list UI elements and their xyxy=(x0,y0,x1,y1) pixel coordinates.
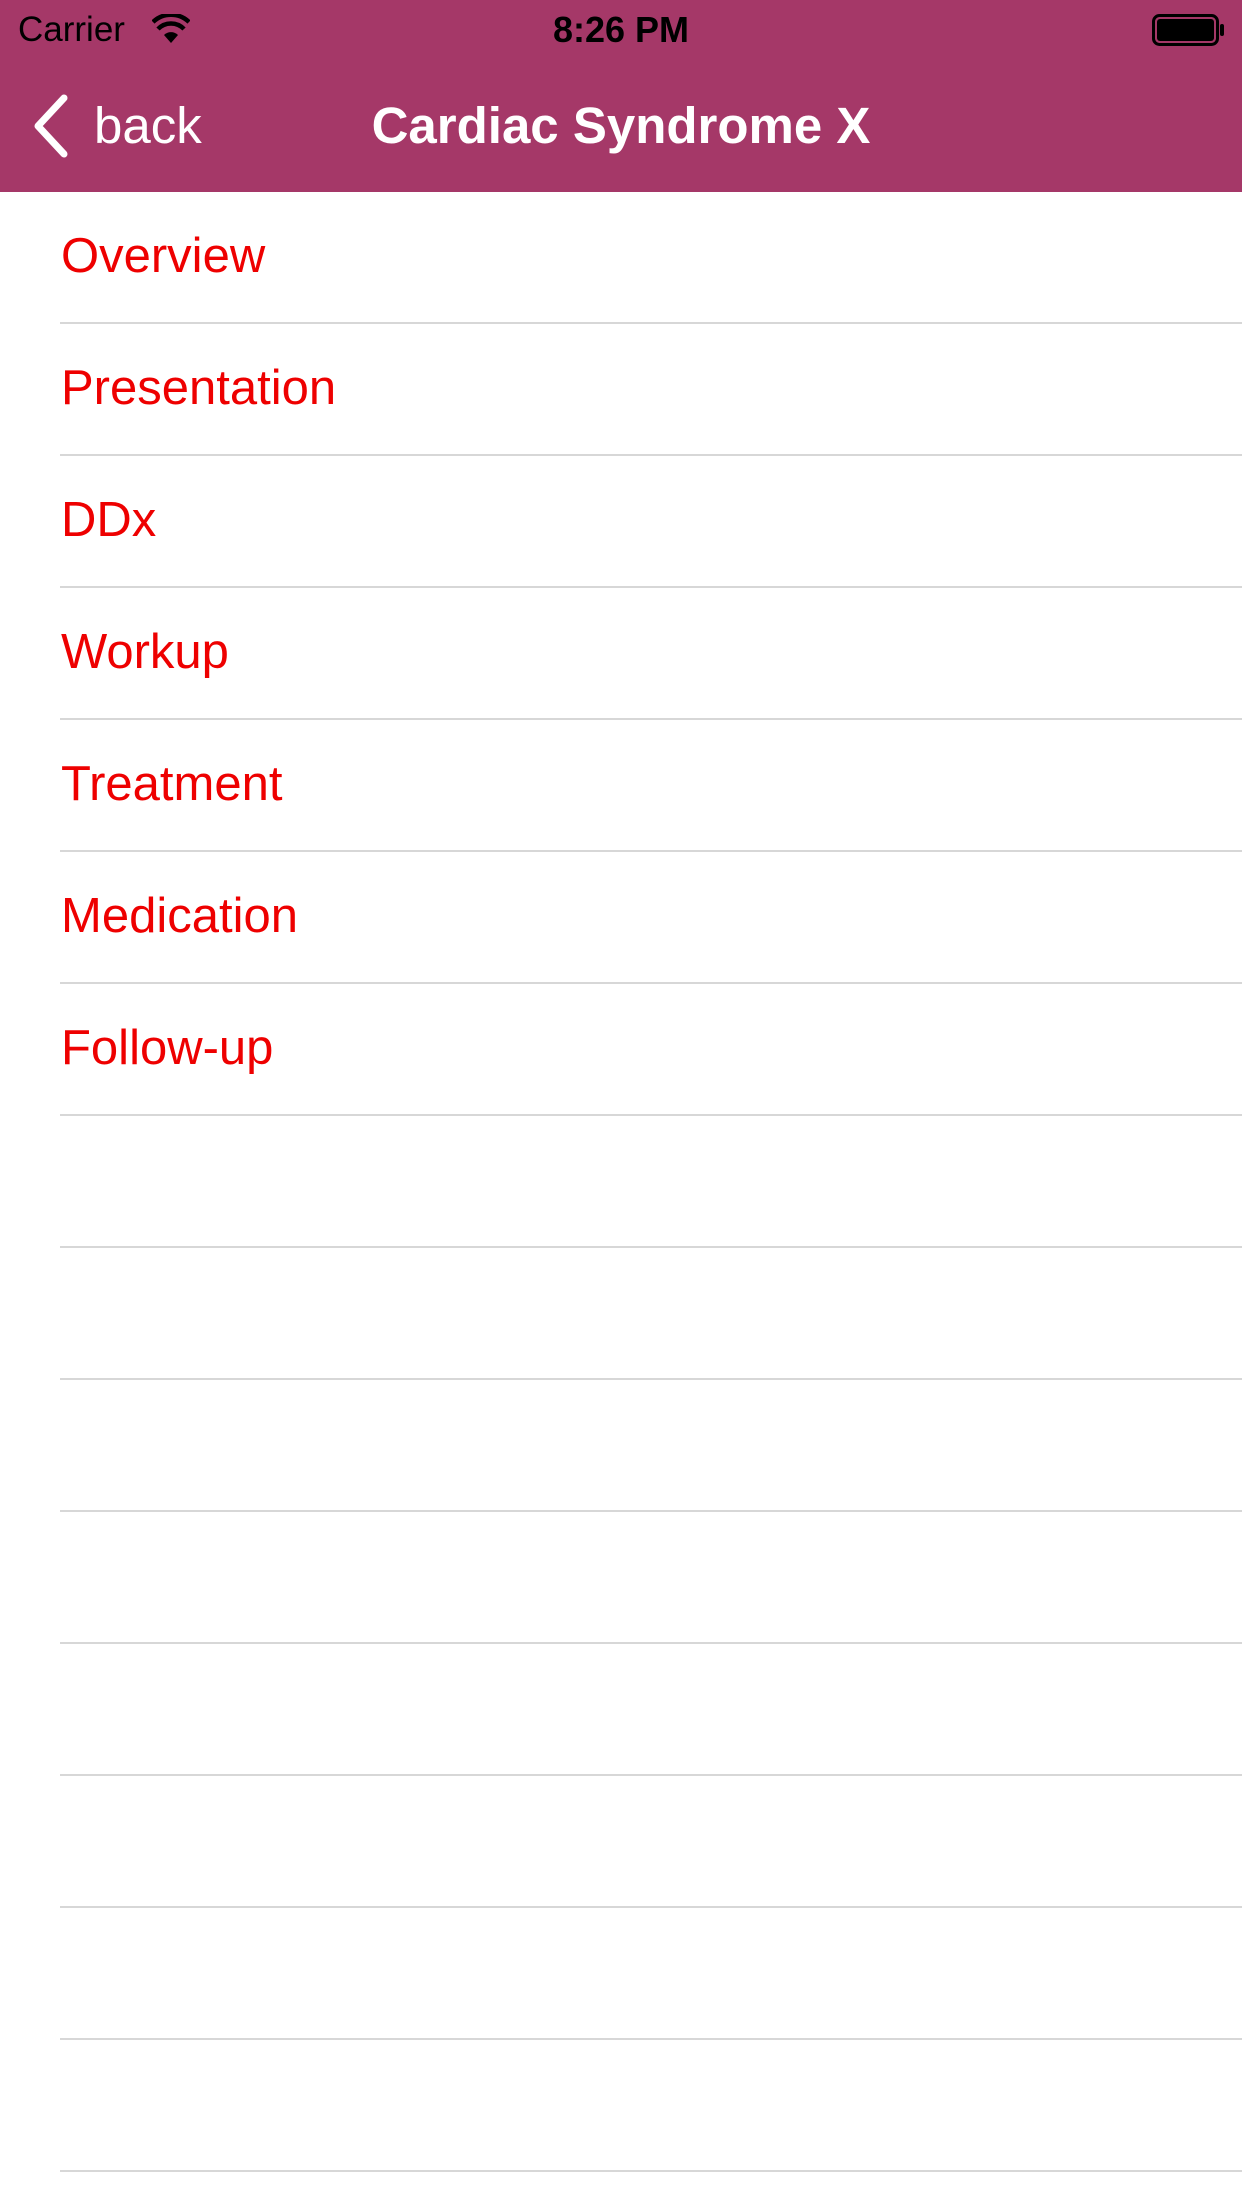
navigation-bar: back Cardiac Syndrome X xyxy=(0,60,1242,192)
list-item-follow-up[interactable]: Follow-up xyxy=(0,984,1242,1116)
list-item-workup[interactable]: Workup xyxy=(0,588,1242,720)
list-item-label: DDx xyxy=(61,493,157,547)
list-item-presentation[interactable]: Presentation xyxy=(0,324,1242,456)
topic-list: Overview Presentation DDx Workup Treatme… xyxy=(0,192,1242,2172)
list-item-label: Follow-up xyxy=(61,1021,274,1075)
list-item-overview[interactable]: Overview xyxy=(0,192,1242,324)
empty-row xyxy=(0,1248,1242,1380)
header: Carrier 8:26 PM back Cardiac Syndrome X xyxy=(0,0,1242,192)
list-item-label: Workup xyxy=(61,625,229,679)
empty-row xyxy=(0,1776,1242,1908)
empty-row xyxy=(0,1908,1242,2040)
empty-row xyxy=(0,1644,1242,1776)
battery-icon xyxy=(1152,14,1224,46)
list-item-medication[interactable]: Medication xyxy=(0,852,1242,984)
row-separator xyxy=(60,2170,1242,2172)
empty-row xyxy=(0,1380,1242,1512)
empty-row xyxy=(0,1512,1242,1644)
status-time: 8:26 PM xyxy=(552,9,690,50)
empty-row xyxy=(0,2040,1242,2172)
list-item-label: Treatment xyxy=(61,757,283,811)
list-item-label: Overview xyxy=(61,229,266,283)
list-item-label: Presentation xyxy=(61,361,337,415)
page-title: Cardiac Syndrome X xyxy=(371,97,871,154)
list-item-ddx[interactable]: DDx xyxy=(0,456,1242,588)
list-item-label: Medication xyxy=(61,889,298,943)
empty-row xyxy=(0,1116,1242,1248)
status-bar: Carrier 8:26 PM xyxy=(0,0,1242,60)
list-item-treatment[interactable]: Treatment xyxy=(0,720,1242,852)
